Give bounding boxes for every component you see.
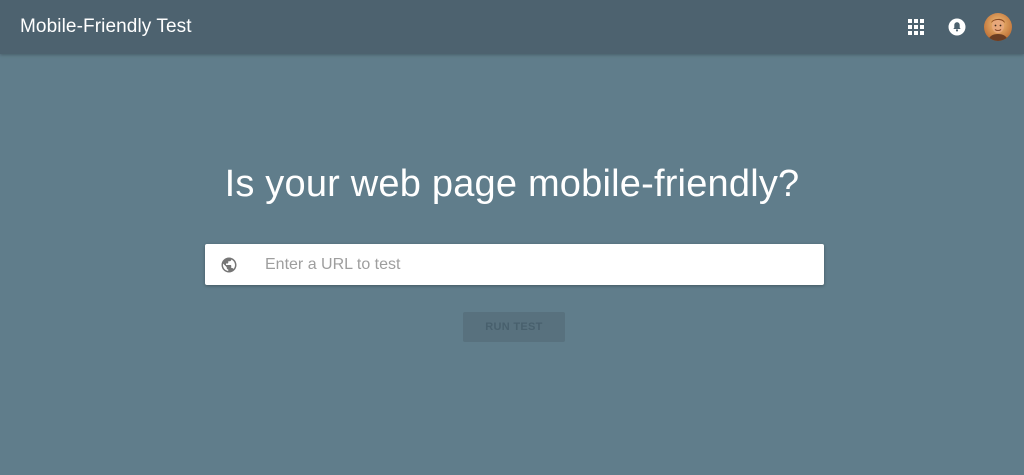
notifications-bell-icon[interactable]: [944, 14, 970, 40]
apps-grid-icon[interactable]: [903, 14, 929, 40]
header-actions: [903, 13, 1012, 41]
url-search-box: [205, 244, 824, 285]
account-avatar[interactable]: [984, 13, 1012, 41]
page-headline: Is your web page mobile-friendly?: [224, 163, 800, 205]
app-header: Mobile-Friendly Test: [0, 0, 1024, 54]
globe-icon: [219, 255, 239, 275]
app-title: Mobile-Friendly Test: [20, 16, 192, 37]
run-test-button[interactable]: RUN TEST: [463, 312, 565, 342]
url-input[interactable]: [265, 244, 824, 285]
